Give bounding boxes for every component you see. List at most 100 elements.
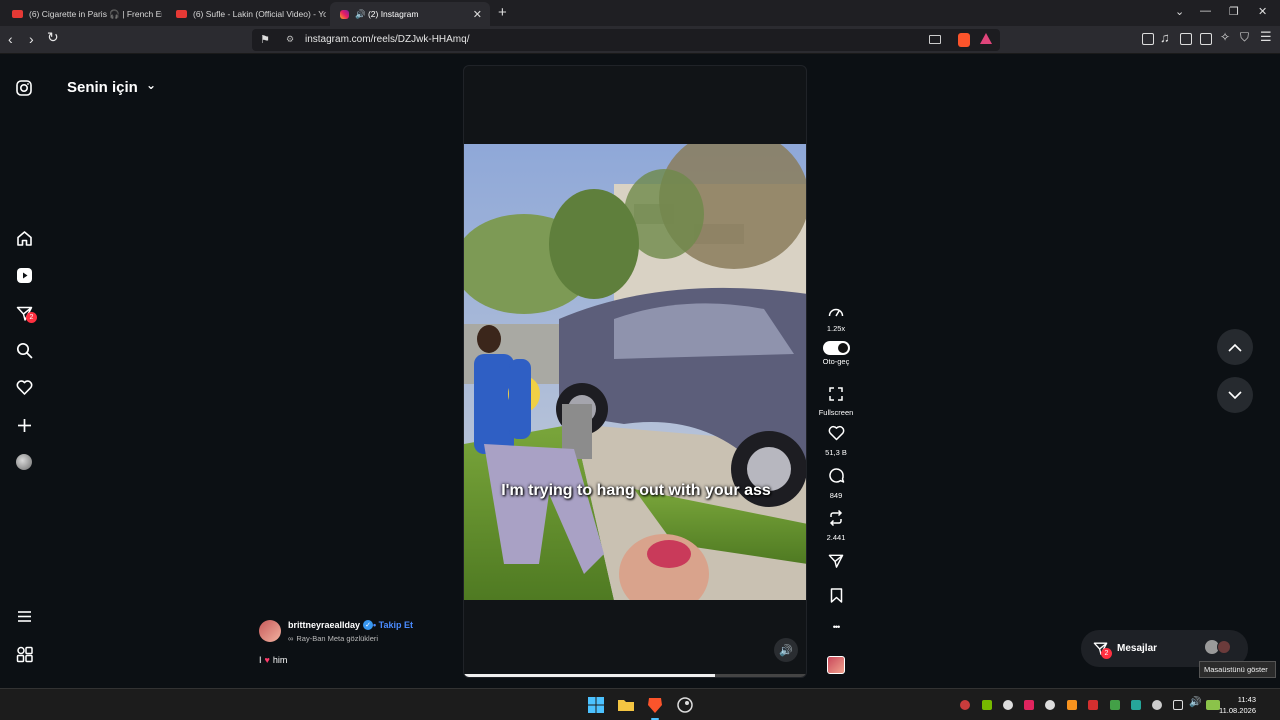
feed-selector[interactable]: Senin için ⌄ — [67, 78, 156, 96]
site-settings-icon[interactable]: ⚙ — [286, 34, 294, 45]
search-icon[interactable] — [14, 340, 34, 360]
network-icon[interactable] — [1173, 700, 1183, 710]
create-icon[interactable] — [14, 415, 34, 435]
tray-app-icon[interactable] — [1088, 700, 1098, 710]
steam-icon[interactable] — [675, 695, 695, 715]
bookmark-icon[interactable]: ⚑ — [260, 33, 270, 46]
close-tab-icon[interactable]: ✕ — [473, 8, 482, 21]
reload-icon[interactable]: ↻ — [47, 29, 59, 46]
reel-video[interactable]: I'm trying to hang out with your ass — [464, 144, 806, 600]
tray-app-icon[interactable] — [960, 700, 970, 710]
windows-start-icon[interactable] — [586, 695, 606, 715]
tab-label: 🔊 (2) Instagram — [355, 8, 419, 19]
video-frame-image — [464, 144, 806, 600]
messages-badge: 2 — [1101, 648, 1112, 659]
messages-label: Mesajlar — [1117, 643, 1158, 654]
product-tag[interactable]: ∞ Ray-Ban Meta gözlükleri — [288, 634, 378, 643]
nvidia-icon[interactable] — [982, 700, 992, 710]
tray-app-icon[interactable] — [1067, 700, 1077, 710]
more-menu-icon[interactable] — [14, 606, 34, 626]
tab-cigarette-in-paris[interactable]: (6) Cigarette in Paris 🎧 | French Emo — [2, 2, 162, 26]
instagram-logo-icon[interactable] — [14, 78, 34, 98]
glasses-icon: ∞ — [288, 634, 294, 643]
tab-instagram[interactable]: 🔊 (2) Instagram ✕ — [330, 2, 490, 26]
reel-description: I ♥ him — [259, 655, 288, 665]
forward-icon[interactable]: › — [29, 31, 34, 47]
file-explorer-icon[interactable] — [616, 695, 636, 715]
autoplay-toggle[interactable]: Oto-geç — [814, 341, 858, 366]
youtube-favicon-icon — [176, 10, 187, 18]
close-window-icon[interactable]: ✕ — [1258, 5, 1267, 18]
author-avatar[interactable] — [259, 620, 281, 642]
autoplay-label: Oto-geç — [822, 357, 850, 366]
next-reel-button[interactable] — [1217, 377, 1253, 413]
vpn-shield-icon[interactable]: ⛉ — [1240, 30, 1249, 45]
audio-thumbnail-button[interactable] — [814, 656, 858, 674]
mute-button[interactable]: 🔊 — [774, 638, 798, 662]
fullscreen-button[interactable]: Fullscreen — [814, 387, 858, 417]
reels-icon[interactable] — [14, 265, 34, 285]
microphone-icon[interactable] — [1152, 700, 1162, 710]
sidebar-icon[interactable] — [1180, 33, 1192, 45]
tray-app-icon[interactable] — [1131, 700, 1141, 710]
wallet-icon[interactable] — [1200, 33, 1212, 45]
brave-browser-icon[interactable] — [645, 695, 665, 720]
direct-icon[interactable]: 2 — [14, 303, 37, 323]
follow-button[interactable]: • Takip Et — [373, 620, 413, 630]
minimize-icon[interactable]: — — [1200, 5, 1211, 17]
instagram-sidebar: 2 — [0, 54, 48, 688]
tray-app-icon[interactable] — [1045, 700, 1055, 710]
speaker-icon: 🔊 — [779, 644, 793, 657]
new-tab-button[interactable]: + — [498, 4, 507, 21]
tray-app-icon[interactable] — [1003, 700, 1013, 710]
tab-label: (6) Cigarette in Paris 🎧 | French Emo — [29, 8, 162, 19]
comment-icon — [828, 468, 844, 483]
chevron-down-icon — [1228, 390, 1242, 399]
feed-title: Senin için — [67, 79, 138, 96]
home-icon[interactable] — [14, 228, 34, 248]
video-caption: I'm trying to hang out with your ass — [501, 482, 771, 499]
notification-icon[interactable] — [1269, 699, 1279, 709]
windows-taskbar: 🔊 11:43 11.08.2026 — [0, 688, 1280, 720]
author-username[interactable]: brittneyraeallday — [288, 620, 360, 630]
reel-player[interactable]: I'm trying to hang out with your ass 🔊 — [463, 65, 807, 678]
extensions-icon[interactable] — [1142, 33, 1154, 45]
profile-icon[interactable] — [14, 452, 34, 472]
save-button[interactable] — [814, 588, 858, 608]
leo-ai-icon[interactable]: ✧ — [1220, 30, 1230, 44]
back-icon[interactable]: ‹ — [8, 31, 13, 47]
repost-count: 2.441 — [826, 533, 846, 542]
repost-button[interactable]: 2.441 — [814, 509, 858, 542]
comment-button[interactable]: 849 — [814, 467, 858, 500]
video-progress-fill — [464, 674, 716, 677]
heart-icon[interactable] — [14, 377, 34, 397]
share-button[interactable] — [814, 553, 858, 574]
battery-icon[interactable] — [1206, 700, 1220, 710]
tab-search-chevron-icon[interactable]: ⌄ — [1175, 5, 1184, 18]
speedometer-icon — [828, 308, 844, 317]
more-options-button[interactable]: ••• — [814, 622, 858, 632]
taskbar-clock[interactable]: 11:43 11.08.2026 — [1219, 694, 1256, 716]
tray-app-icon[interactable] — [1110, 700, 1120, 710]
heart-icon — [828, 425, 844, 441]
brave-shields-icon[interactable] — [958, 33, 970, 47]
address-bar[interactable]: ⚑ ⚙ instagram.com/reels/DZJwk-HHAmq/ — [252, 29, 1000, 51]
verified-badge-icon: ✓ — [363, 620, 373, 630]
tray-app-icon[interactable] — [1024, 700, 1034, 710]
maximize-icon[interactable]: ❐ — [1229, 5, 1239, 18]
media-icon[interactable]: ♫ — [1160, 30, 1170, 45]
url-text[interactable]: instagram.com/reels/DZJwk-HHAmq/ — [305, 34, 469, 45]
more-icon: ••• — [832, 622, 841, 632]
also-from-meta-icon[interactable] — [14, 644, 34, 664]
cast-icon[interactable] — [929, 35, 941, 44]
like-button[interactable]: 51,3 B — [814, 425, 858, 457]
tab-sufle-lakin[interactable]: (6) Sufle - Lakin (Official Video) - You — [166, 2, 326, 26]
brave-rewards-icon[interactable] — [980, 33, 992, 44]
instagram-favicon-icon — [340, 9, 349, 19]
menu-icon[interactable]: ☰ — [1260, 29, 1272, 45]
playback-speed-button[interactable]: 1.25x — [814, 304, 858, 333]
video-progress-bar[interactable] — [464, 674, 806, 677]
volume-icon[interactable]: 🔊 — [1189, 697, 1201, 708]
browser-toolbar: ‹ › ↻ ⚑ ⚙ instagram.com/reels/DZJwk-HHAm… — [0, 26, 1280, 54]
previous-reel-button[interactable] — [1217, 329, 1253, 365]
